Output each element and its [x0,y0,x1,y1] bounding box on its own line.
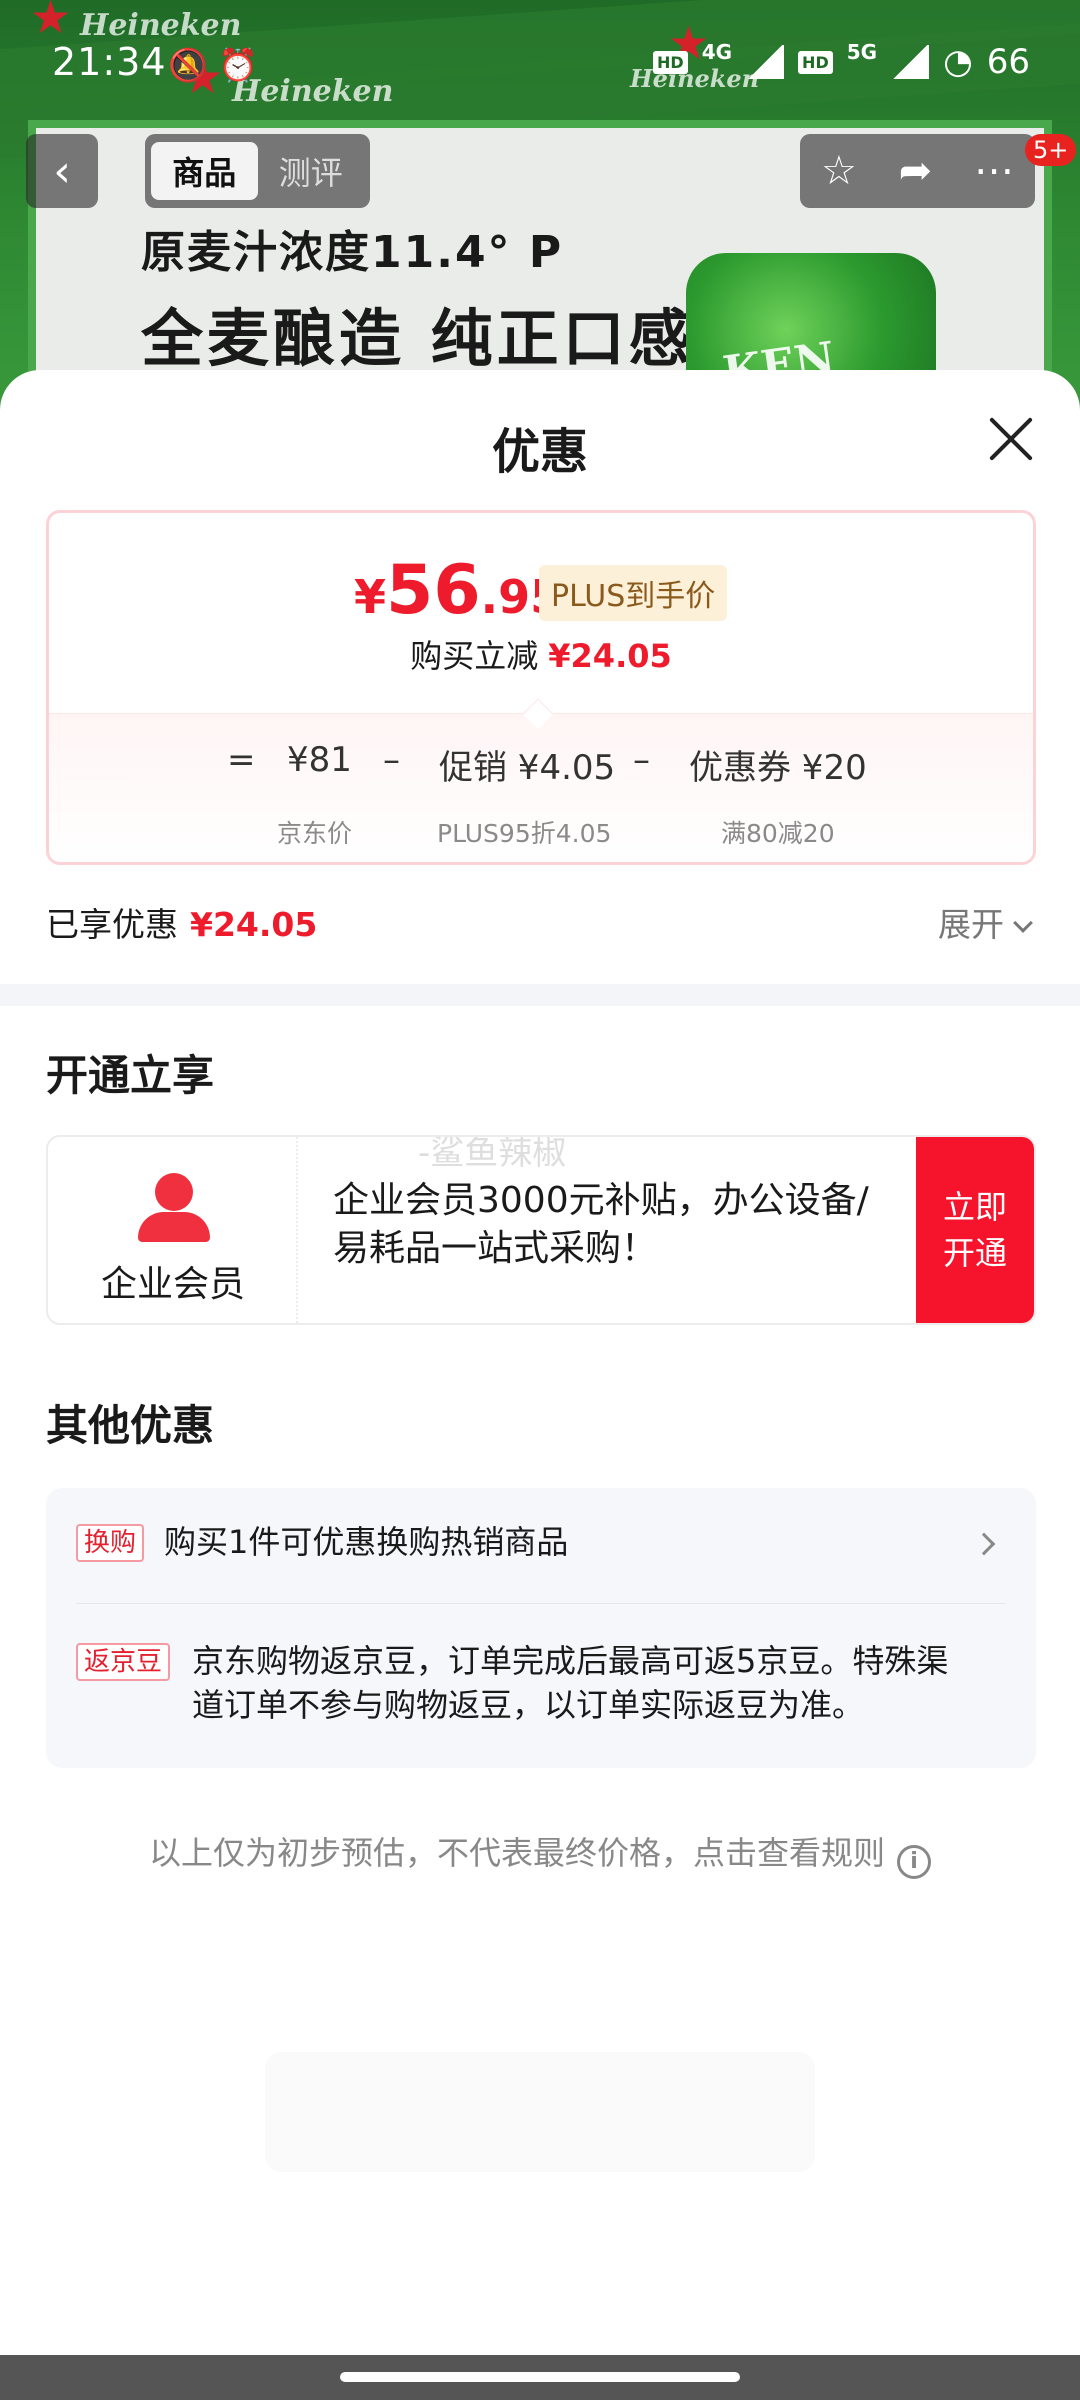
banner-headline-1: 原麦汁浓度11.4° P [141,227,564,278]
mute-icon: 🔕 [168,46,208,84]
watermark: -鲨鱼辣椒 [418,1135,567,1173]
system-nav-bar [0,2355,1080,2400]
list-item-jd-beans: 返京豆 京东购物返京豆，订单完成后最高可返5京豆。特殊渠道订单不参与购物返豆，以… [76,1642,1006,1743]
back-button[interactable]: ‹ [26,134,98,208]
price-integer: 56 [386,551,481,630]
instant-label: 购买立减 [410,637,539,675]
exchange-text: 购买1件可优惠换购热销商品 [164,1523,569,1561]
open-now-button[interactable]: 立即开通 [916,1137,1034,1323]
close-icon[interactable] [988,416,1034,462]
more-icon[interactable]: ⋯ [974,148,1014,194]
price-breakdown: = ¥81 – 促销 ¥4.05 – 优惠券 ¥20 京东价 PLUS95折4.… [49,713,1033,862]
signal-icon [891,45,930,79]
chevron-down-icon [1013,913,1033,933]
open-section-title: 开通立享 [46,1051,215,1100]
status-right: HD 4G HD 5G ◔ 66 [653,40,1030,82]
other-discounts-card: 换购 购买1件可优惠换购热销商品 返京豆 京东购物返京豆，订单完成后最高可返5京… [46,1488,1036,1768]
toolbar: ☆ ➦ ⋯ [800,134,1035,208]
network-4g: 4G [701,40,733,64]
alarm-icon: ⏰ [218,46,258,84]
enjoyed-value: ¥24.05 [190,905,318,944]
share-icon[interactable]: ➦ [899,148,933,194]
row-divider [76,1603,1006,1604]
enterprise-member-card[interactable]: 企业会员 -鲨鱼辣椒 企业会员3000元补贴，办公设备/易耗品一站式采购！ 立即… [46,1135,1036,1325]
jd-price-label: 京东价 [277,819,353,848]
open-now-label: 立即开通 [942,1188,1007,1272]
price-card: ¥56.95 PLUS到手价 购买立减 ¥24.05 = ¥81 – 促销 ¥4.… [46,510,1036,865]
chevron-left-icon: ‹ [53,145,71,197]
coupon-label: 满80减20 [721,819,835,848]
star-icon[interactable]: ☆ [821,148,857,194]
jd-beans-tag: 返京豆 [76,1643,171,1681]
info-icon: i [897,1845,931,1879]
list-item-exchange[interactable]: 换购 购买1件可优惠换购热销商品 [76,1523,1006,1568]
status-bar: 21:34 🔕 ⏰ HD 4G HD 5G ◔ 66 [0,28,1080,98]
coupon-discount: 优惠券 ¥20 [689,748,867,788]
clock: 21:34 [52,40,167,84]
battery-level: 66 [986,42,1030,82]
currency-symbol: ¥ [354,570,387,624]
price-summary: ¥56.95 PLUS到手价 购买立减 ¥24.05 [49,513,1033,713]
final-price: ¥56.95 [354,551,562,630]
user-icon-body [138,1212,210,1242]
tab-goods[interactable]: 商品 [151,142,258,200]
network-5g: 5G [846,40,878,64]
jd-beans-text: 京东购物返京豆，订单完成后最高可返5京豆。特殊渠道订单不参与购物返豆，以订单实际… [192,1642,949,1724]
minus-sign: – [633,740,650,780]
tab-review[interactable]: 测评 [258,142,365,200]
member-description: 企业会员3000元补贴，办公设备/易耗品一站式采购！ [333,1180,869,1269]
message-badge: 5+ [1025,134,1077,166]
expand-label: 展开 [938,905,1004,944]
hd-icon: HD [653,50,688,74]
other-section-title: 其他优惠 [46,1401,215,1450]
enjoyed-discount: 已享优惠 ¥24.05 [46,898,317,946]
section-divider [0,984,1080,1006]
enjoyed-label: 已享优惠 [46,905,178,944]
promo-label: PLUS95折4.05 [437,819,612,848]
rules-note-text: 以上仅为初步预估，不代表最终价格，点击查看规则 [148,1834,885,1872]
notification-icons: 🔕 ⏰ [168,46,258,84]
equals-sign: = [227,740,256,780]
breakdown-formula: = ¥81 – 促销 ¥4.05 – 优惠券 ¥20 [49,740,1033,800]
sheet-title: 优惠 [491,424,588,480]
rules-note[interactable]: 以上仅为初步预估，不代表最终价格，点击查看规则 i [0,1828,1080,1879]
promo-discount: 促销 ¥4.05 [439,748,616,788]
exchange-tag: 换购 [76,1524,145,1562]
banner-headline-2: 全麦酿造 纯正口感 [141,302,695,375]
expand-button[interactable]: 展开 [938,898,1033,946]
jd-price: ¥81 [287,740,352,780]
user-icon [155,1173,193,1211]
chevron-right-icon [972,1532,996,1556]
discount-sheet: 优惠 ¥56.95 PLUS到手价 购买立减 ¥24.05 = ¥81 – 促销 … [0,370,1080,2400]
product-tabs: 商品 测评 [145,134,370,208]
instant-value: ¥24.05 [548,637,672,675]
hd-icon: HD [798,50,833,74]
faded-overlay [265,2052,815,2172]
member-name: 企业会员 [100,1264,245,1305]
instant-discount: 购买立减 ¥24.05 [49,631,1033,677]
member-badge: 企业会员 [48,1137,298,1323]
signal-icon [746,45,785,79]
home-indicator[interactable] [340,2372,740,2382]
plus-price-tag: PLUS到手价 [539,565,728,621]
minus-sign: – [383,740,400,780]
battery-icon: ◔ [943,42,973,82]
